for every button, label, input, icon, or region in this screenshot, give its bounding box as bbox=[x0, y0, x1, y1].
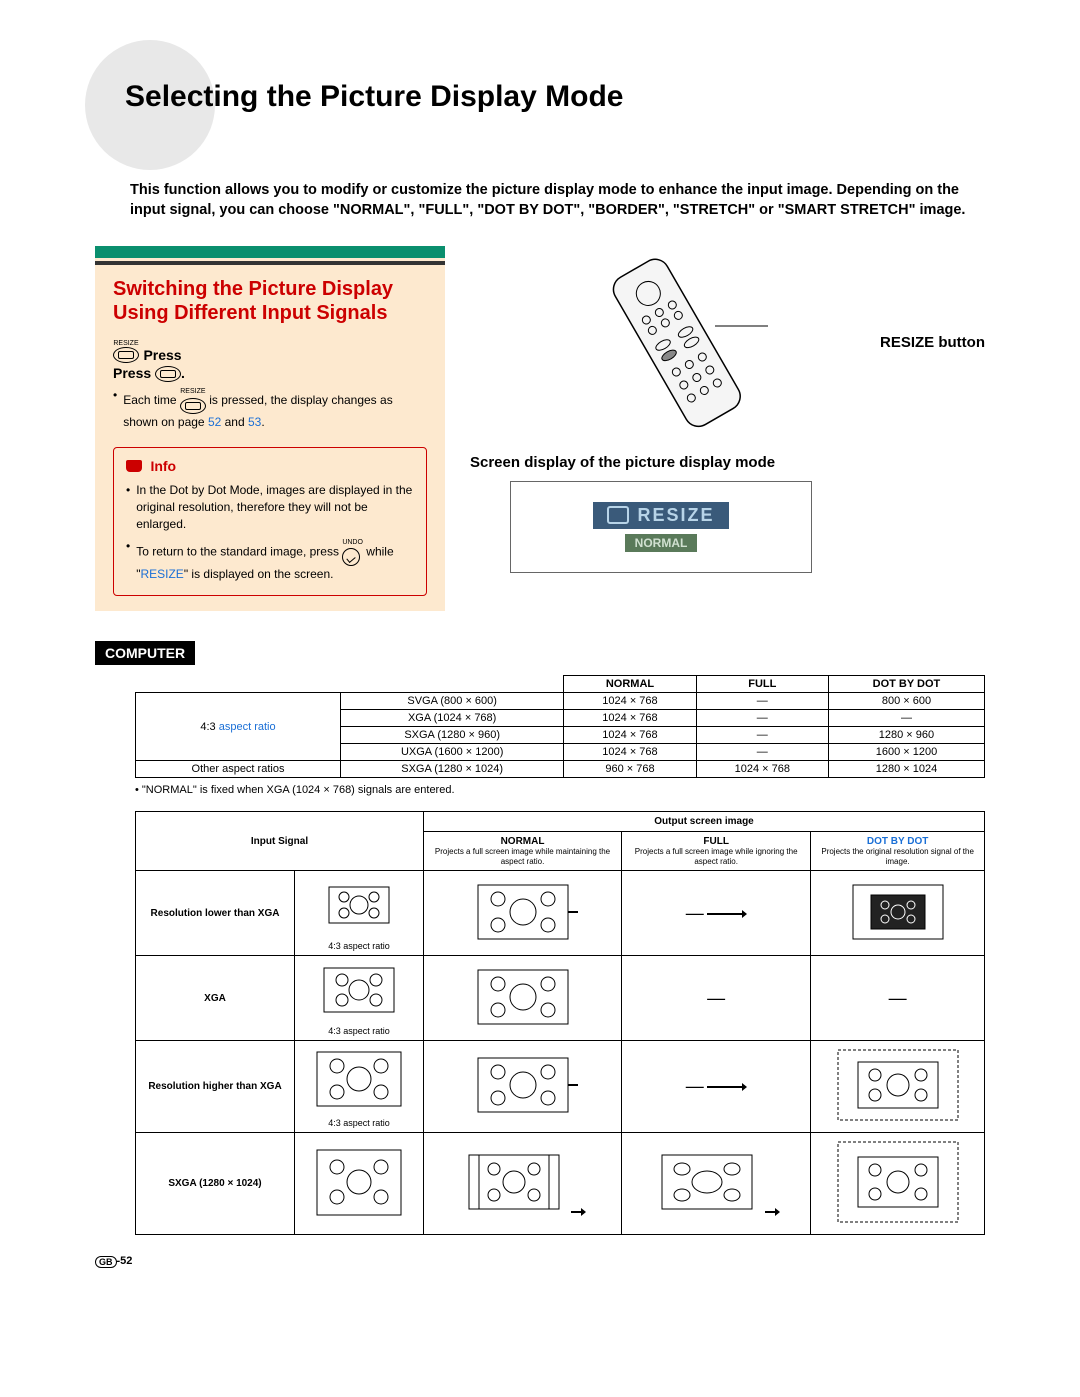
th-dot: DOT BY DOT bbox=[828, 676, 984, 693]
aspect-ratio-link[interactable]: aspect ratio bbox=[219, 721, 276, 733]
th-normal: NORMAL bbox=[564, 676, 696, 693]
gb-badge: GB bbox=[95, 1256, 117, 1268]
screen-display-title: Screen display of the picture display mo… bbox=[470, 454, 985, 471]
osd-resize-badge: RESIZE bbox=[593, 502, 728, 529]
diagram-input-2 bbox=[314, 960, 404, 1020]
info-book-icon bbox=[126, 460, 142, 472]
diagram-input-1 bbox=[314, 875, 404, 935]
osd-resize-icon bbox=[607, 506, 629, 524]
right-panel: RESIZE button Screen display of the pict… bbox=[470, 246, 985, 612]
r3-full-dash: — bbox=[686, 1076, 704, 1096]
diagram-r2-normal bbox=[468, 962, 578, 1032]
arrow-r4b bbox=[765, 1207, 780, 1217]
computer-tag: COMPUTER bbox=[95, 641, 195, 665]
row3-label: Resolution higher than XGA bbox=[140, 1081, 290, 1092]
diagram-r3-dot bbox=[833, 1045, 963, 1125]
diagram-input-4 bbox=[309, 1145, 409, 1220]
diagram-r4-full bbox=[652, 1147, 762, 1217]
diagram-r3-normal bbox=[468, 1050, 578, 1120]
th2-full: FULLProjects a full screen image while i… bbox=[622, 832, 811, 871]
th-full: FULL bbox=[696, 676, 828, 693]
table-note: • "NORMAL" is fixed when XGA (1024 × 768… bbox=[135, 784, 985, 796]
intro-text: This function allows you to modify or cu… bbox=[95, 180, 985, 221]
resolution-table: NORMAL FULL DOT BY DOT 4:3 aspect ratio … bbox=[135, 675, 985, 778]
page-link-52[interactable]: 52 bbox=[208, 415, 221, 429]
resize-button-icon-3 bbox=[180, 398, 206, 414]
th2-normal: NORMALProjects a full screen image while… bbox=[424, 832, 622, 871]
press-label: Press . bbox=[113, 365, 185, 381]
resize-small-label: RESIZE bbox=[113, 340, 139, 347]
diagram-r4-normal bbox=[459, 1147, 569, 1217]
osd-resize-text: RESIZE bbox=[637, 505, 714, 526]
arrow-r4a bbox=[571, 1207, 586, 1217]
page-link-53[interactable]: 53 bbox=[248, 415, 261, 429]
arrow-r1 bbox=[707, 909, 747, 919]
ratio-43-cell: 4:3 aspect ratio bbox=[136, 693, 341, 761]
diagram-r1-normal bbox=[468, 877, 578, 947]
instruction-panel: Switching the Picture Display Using Diff… bbox=[95, 246, 445, 612]
arrow-r3 bbox=[707, 1082, 747, 1092]
image-table: Input Signal Output screen image NORMALP… bbox=[135, 811, 985, 1235]
th-input-signal: Input Signal bbox=[136, 812, 424, 871]
info-bullet-2: To return to the standard image, press U… bbox=[126, 538, 414, 584]
resize-word-link: RESIZE bbox=[140, 567, 183, 581]
undo-button-icon bbox=[342, 548, 360, 566]
resize-small-2: RESIZE bbox=[180, 387, 206, 397]
th2-dot: DOT BY DOTProjects the original resoluti… bbox=[811, 832, 985, 871]
th-output: Output screen image bbox=[424, 812, 985, 832]
osd-normal-badge: NORMAL bbox=[625, 534, 698, 552]
r2-full-dash: — bbox=[707, 988, 725, 1008]
resize-button-icon-2 bbox=[155, 366, 181, 382]
remote-illustration bbox=[470, 251, 870, 434]
row4-label: SXGA (1280 × 1024) bbox=[140, 1178, 290, 1189]
other-ratios-cell: Other aspect ratios bbox=[136, 761, 341, 778]
info-box: Info In the Dot by Dot Mode, images are … bbox=[113, 447, 427, 597]
resize-button-icon bbox=[113, 347, 139, 363]
page-title: Selecting the Picture Display Mode bbox=[125, 80, 623, 114]
row1-label: Resolution lower than XGA bbox=[140, 908, 290, 919]
r2-dot-dash: — bbox=[889, 988, 907, 1008]
panel-heading: Switching the Picture Display Using Diff… bbox=[113, 277, 427, 325]
r1-full-dash: — bbox=[686, 903, 704, 923]
each-time-text: Each time RESIZE is pressed, the display… bbox=[113, 387, 427, 432]
osd-box: RESIZE NORMAL bbox=[510, 481, 812, 573]
info-bullet-1: In the Dot by Dot Mode, images are displ… bbox=[126, 482, 414, 534]
diagram-input-3 bbox=[309, 1046, 409, 1112]
sig-0: SVGA (800 × 600) bbox=[340, 693, 563, 710]
diagram-r1-dot bbox=[843, 877, 953, 947]
row2-label: XGA bbox=[140, 993, 290, 1004]
info-label: Info bbox=[150, 458, 176, 474]
green-bar-decor bbox=[95, 246, 445, 258]
undo-small: UNDO bbox=[342, 538, 363, 548]
diagram-r4-dot bbox=[833, 1137, 963, 1227]
press-line: Press bbox=[143, 347, 181, 363]
resize-button-label: RESIZE button bbox=[880, 334, 985, 351]
page-number: GB-52 bbox=[95, 1255, 985, 1267]
page-title-wrap: Selecting the Picture Display Mode bbox=[95, 70, 985, 160]
press-text: Press bbox=[143, 347, 181, 363]
